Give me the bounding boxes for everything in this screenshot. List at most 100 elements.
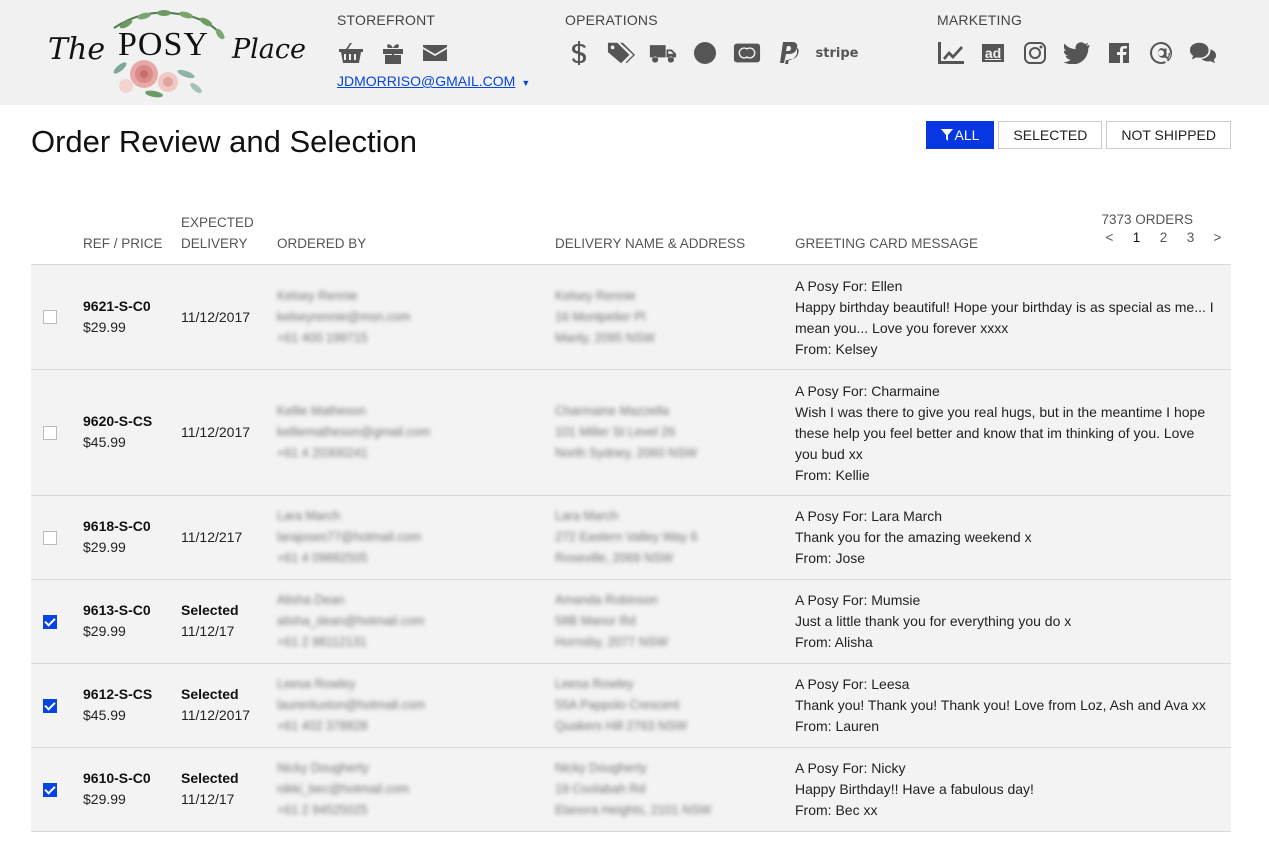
table-row[interactable]: 9618-S-C0 $29.99 11/12/217 Lara March lara…	[31, 496, 1231, 580]
operations-nav: OPERATIONS stripe	[565, 12, 871, 66]
selected-status: Selected	[181, 770, 239, 786]
ad-icon[interactable]: ad	[979, 40, 1007, 66]
message-for: A Posy For: Mumsie	[795, 592, 921, 608]
message-from: From: Alisha	[795, 634, 873, 650]
at-icon[interactable]	[1147, 40, 1175, 66]
paypal-icon[interactable]	[775, 40, 803, 66]
logo-posy-text: POSY	[118, 26, 209, 63]
tags-icon[interactable]	[607, 40, 635, 66]
row-checkbox[interactable]	[43, 531, 57, 545]
stripe-icon[interactable]: stripe	[816, 40, 859, 66]
delivery-suburb: Roseville, 2069 NSW	[555, 551, 674, 565]
orders-table: REF / PRICE EXPECTED DELIVERY ORDERED BY…	[31, 206, 1231, 832]
page-2-button[interactable]: 2	[1150, 227, 1177, 248]
expected-delivery-cell: 11/12/217	[181, 527, 242, 548]
expected-delivery-cell: Selected 11/12/2017	[181, 684, 250, 726]
row-checkbox[interactable]	[43, 426, 57, 440]
gift-icon[interactable]	[379, 40, 407, 66]
basket-icon[interactable]	[337, 40, 365, 66]
row-checkbox[interactable]	[43, 699, 57, 713]
page-3-button[interactable]: 3	[1177, 227, 1204, 248]
filter-selected-button[interactable]: SELECTED	[998, 121, 1103, 149]
facebook-icon[interactable]	[1105, 40, 1133, 66]
header-delivery: DELIVERY	[181, 236, 248, 251]
logo-the-text: The	[48, 32, 106, 67]
filter-all-button[interactable]: ALL	[925, 121, 995, 149]
expected-delivery-cell: Selected 11/12/17	[181, 600, 239, 642]
table-row[interactable]: 9620-S-CS $45.99 11/12/2017 Kellie Mathes…	[31, 370, 1231, 496]
message-for: A Posy For: Lara March	[795, 508, 943, 524]
message-text: Thank you for the amazing weekend x	[795, 529, 1032, 545]
table-row[interactable]: 9621-S-C0 $29.99 11/12/2017 Kelsey Rennie…	[31, 265, 1231, 370]
table-row[interactable]: 9612-S-CS $45.99 Selected 11/12/2017 Leesa…	[31, 664, 1231, 748]
header-ref-price: REF / PRICE	[83, 236, 163, 251]
row-checkbox[interactable]	[43, 310, 57, 324]
mastercard-icon[interactable]	[733, 40, 761, 66]
delivery-address-cell: Amanda Robinson 58B Manor Rd Hornsby, 2077…	[555, 590, 668, 653]
table-row[interactable]: 9610-S-C0 $29.99 Selected 11/12/17 Nicky D…	[31, 748, 1231, 832]
marketing-nav: MARKETING ad	[937, 12, 1231, 66]
account-dropdown[interactable]: JDMORRISO@GMAIL.COM ▼	[337, 73, 530, 89]
message-for: A Posy For: Leesa	[795, 676, 910, 692]
ordered-by-phone: +61 2 98112131	[277, 635, 367, 649]
ref-price-cell: 9620-S-CS $45.99	[83, 411, 152, 453]
ref-price-cell: 9621-S-C0 $29.99	[83, 296, 151, 338]
chevron-down-icon: ▼	[521, 78, 531, 88]
pagination: 7373 ORDERS < 1 2 3 >	[1096, 212, 1231, 248]
order-price: $45.99	[83, 434, 126, 450]
message-for: A Posy For: Ellen	[795, 278, 903, 294]
delivery-suburb: North Sydney, 2060 NSW	[555, 446, 698, 460]
comments-icon[interactable]	[1189, 40, 1217, 66]
order-ref: 9612-S-CS	[83, 686, 153, 702]
envelope-icon[interactable]	[421, 40, 449, 66]
filter-not-shipped-button[interactable]: NOT SHIPPED	[1106, 121, 1231, 149]
delivery-street: 101 Miller St Level 26	[555, 425, 676, 439]
ordered-by-cell: Leesa Rowley laurenluxton@hotmail.com +61 …	[277, 674, 425, 737]
message-text: Wish I was there to give you real hugs, …	[795, 404, 1206, 462]
delivery-address-cell: Leesa Rowley 55A Pappolo Crescent Quakers …	[555, 674, 687, 737]
ad-icon-text: ad	[981, 44, 1005, 62]
header-greeting-message: GREETING CARD MESSAGE	[795, 236, 979, 251]
header-delivery-address: DELIVERY NAME & ADDRESS	[555, 236, 746, 251]
greeting-message-cell: A Posy For: Charmaine Wish I was there to…	[795, 381, 1220, 486]
delivery-address-cell: Nicky Dougherty 19 Coolabah Rd Elanora Hei…	[555, 758, 711, 821]
delivery-date: 11/12/2017	[181, 424, 251, 440]
delivery-date: 11/12/2017	[181, 707, 251, 723]
instagram-icon[interactable]	[1021, 40, 1049, 66]
row-checkbox[interactable]	[43, 615, 57, 629]
prev-page-button[interactable]: <	[1096, 227, 1123, 248]
storefront-nav: STOREFRONT	[337, 12, 463, 66]
ordered-by-email: larajoses77@hotmail.com	[277, 530, 422, 544]
dollar-icon[interactable]	[565, 40, 593, 66]
delivery-suburb: Manly, 2095 NSW	[555, 331, 655, 345]
ordered-by-name: Kelsey Rennie	[277, 289, 358, 303]
delivery-name: Charmaine Mazzella	[555, 404, 669, 418]
ref-price-cell: 9613-S-C0 $29.99	[83, 600, 151, 642]
truck-icon[interactable]	[649, 40, 677, 66]
ordered-by-phone: +61 4 20300241	[277, 446, 368, 460]
next-page-button[interactable]: >	[1204, 227, 1231, 248]
delivery-date: 11/12/2017	[181, 309, 251, 325]
delivery-suburb: Elanora Heights, 2101 NSW	[555, 803, 712, 817]
twitter-icon[interactable]	[1063, 40, 1091, 66]
filter-icon	[940, 129, 953, 141]
circle-icon[interactable]	[691, 40, 719, 66]
message-text: Happy birthday beautiful! Hope your birt…	[795, 299, 1214, 336]
delivery-name: Lara March	[555, 509, 619, 523]
delivery-suburb: Quakers Hill 2763 NSW	[555, 719, 687, 733]
ordered-by-email: kelliematheson@gmail.com	[277, 425, 431, 439]
ordered-by-email: alisha_dean@hotmail.com	[277, 614, 425, 628]
chart-line-icon[interactable]	[937, 40, 965, 66]
ordered-by-cell: Nicky Dougherty nikki_bec@hotmail.com +61 …	[277, 758, 409, 821]
ordered-by-email: kelseyrennie@msn.com	[277, 310, 411, 324]
ordered-by-phone: +61 2 94525025	[277, 803, 368, 817]
message-text: Thank you! Thank you! Thank you! Love fr…	[795, 697, 1206, 713]
header-ordered-by: ORDERED BY	[277, 236, 367, 251]
posy-place-logo[interactable]: The POSY Place	[44, 8, 306, 100]
message-from: From: Kelsey	[795, 341, 878, 357]
table-row[interactable]: 9613-S-C0 $29.99 Selected 11/12/17 Alisha …	[31, 580, 1231, 664]
header-expected: EXPECTED	[181, 215, 254, 230]
ordered-by-cell: Lara March larajoses77@hotmail.com +61 4 0…	[277, 506, 421, 569]
row-checkbox[interactable]	[43, 783, 57, 797]
page-1-button[interactable]: 1	[1123, 227, 1150, 248]
